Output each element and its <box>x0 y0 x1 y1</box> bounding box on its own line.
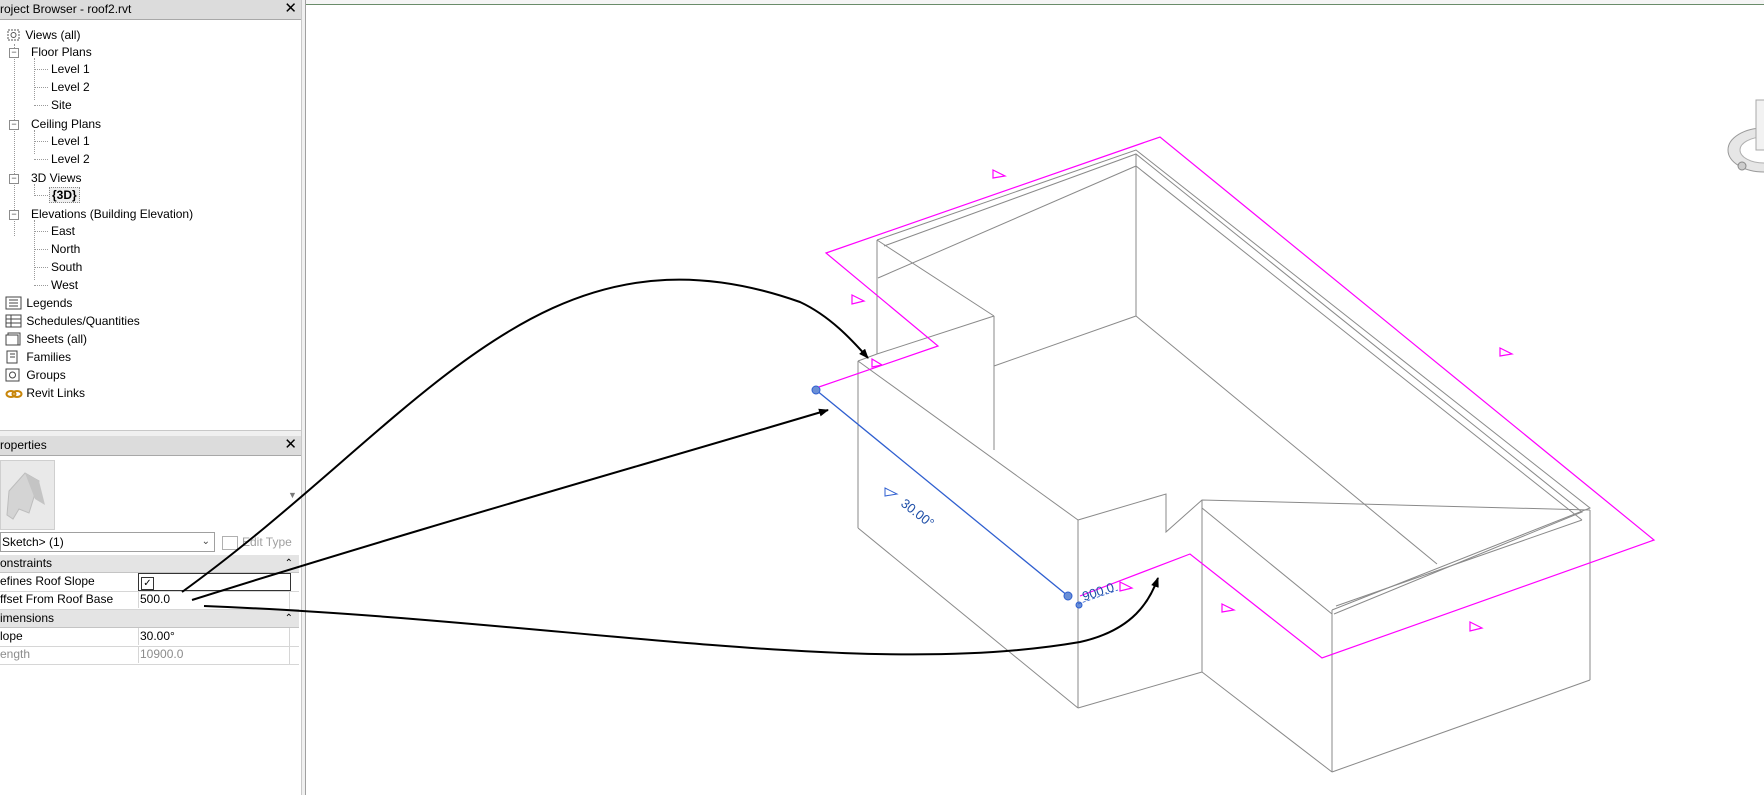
drawing-overlay: 30.00° 900.0 <box>181 99 1764 773</box>
offset-dimension-text[interactable]: 900.0 <box>1080 580 1116 604</box>
slope-annotation[interactable]: 30.00° <box>898 496 937 531</box>
viewcube-icon[interactable] <box>1727 99 1764 173</box>
slope-symbols <box>851 169 1514 632</box>
building-model <box>857 149 1591 773</box>
callout-arrows <box>181 278 1159 656</box>
